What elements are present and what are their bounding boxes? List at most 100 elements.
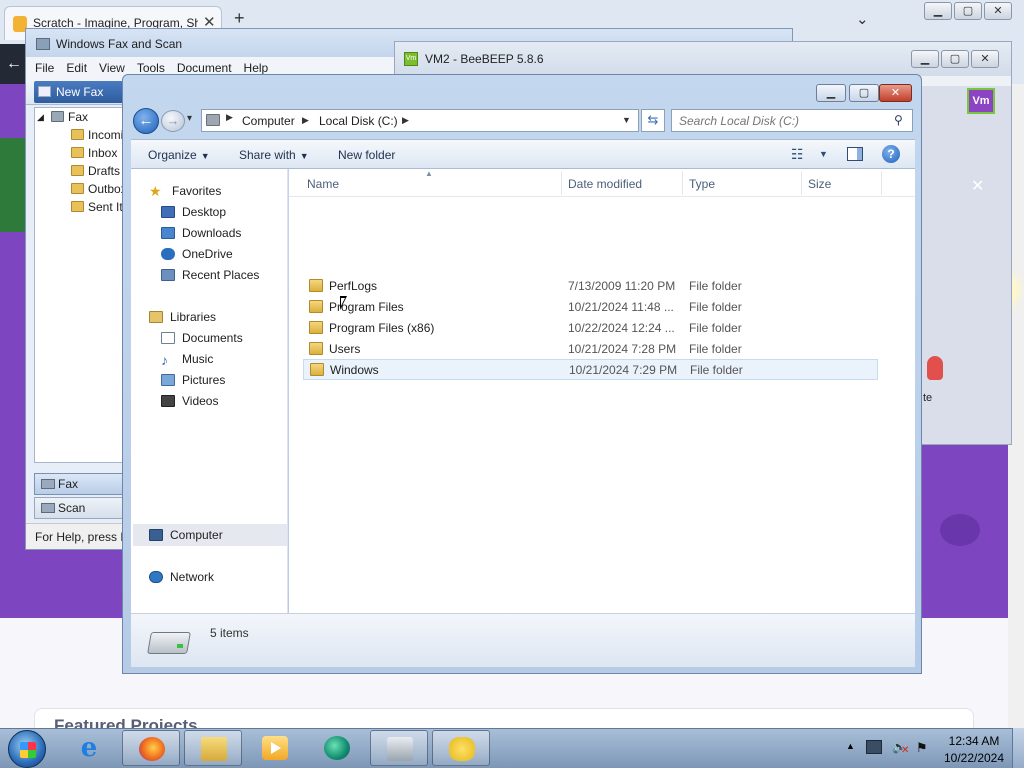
file-row-windows[interactable]: Windows 10/21/2024 7:29 PM File folder: [303, 359, 878, 380]
nav-music[interactable]: ♪ Music: [161, 352, 213, 368]
column-header-date[interactable]: Date modified: [568, 177, 642, 191]
show-desktop-button[interactable]: [1012, 728, 1024, 768]
network-icon: [149, 571, 163, 583]
nav-pictures[interactable]: Pictures: [161, 373, 225, 387]
explorer-maximize-button[interactable]: ▢: [849, 84, 879, 102]
breadcrumb-separator-icon[interactable]: ▶: [402, 115, 409, 126]
file-row-program-files-x86[interactable]: Program Files (x86) 10/22/2024 12:24 ...…: [303, 318, 878, 339]
scan-pane-button[interactable]: Scan: [34, 497, 130, 519]
nav-favorites[interactable]: ★ Favorites: [149, 183, 221, 199]
fax-menu-view[interactable]: View: [99, 57, 125, 79]
item-count: 5 items: [210, 626, 249, 640]
tree-item-outbox[interactable]: Outbox: [71, 182, 127, 196]
file-list-pane: ▲ Name Date modified Type Size PerfLogs …: [289, 169, 915, 613]
column-divider[interactable]: [801, 171, 802, 195]
new-tab-button[interactable]: +: [234, 8, 245, 29]
beebeep-close-button[interactable]: ✕: [971, 50, 999, 68]
browser-maximize-button[interactable]: ▢: [954, 2, 982, 20]
back-button[interactable]: ←: [133, 108, 159, 134]
close-icon[interactable]: ✕: [971, 176, 984, 196]
search-input[interactable]: [672, 110, 882, 131]
breadcrumb-computer[interactable]: Computer: [242, 114, 295, 128]
browser-minimize-button[interactable]: ▁: [924, 2, 952, 20]
file-row-users[interactable]: Users 10/21/2024 7:28 PM File folder: [303, 339, 878, 360]
network-tray-icon[interactable]: [866, 740, 882, 754]
organize-button[interactable]: Organize ▼: [148, 148, 210, 162]
beebeep-titlebar[interactable]: Vm VM2 - BeeBEEP 5.8.6 ▁ ▢ ✕: [395, 42, 1011, 76]
nav-libraries[interactable]: Libraries: [149, 310, 216, 324]
help-icon[interactable]: ?: [882, 145, 900, 163]
action-center-flag-icon[interactable]: ⚑: [916, 740, 928, 756]
explorer-minimize-button[interactable]: ▁: [816, 84, 846, 102]
vm-badge-icon[interactable]: Vm: [967, 88, 995, 114]
microphone-icon[interactable]: [927, 356, 943, 380]
nav-videos[interactable]: Videos: [161, 394, 218, 408]
address-dropdown-icon[interactable]: ▼: [622, 115, 631, 125]
column-header-type[interactable]: Type: [689, 177, 715, 191]
browser-window-controls: ▁ ▢ ✕: [924, 2, 1020, 22]
fax-pane-button[interactable]: Fax: [34, 473, 130, 495]
file-name: Program Files (x86): [329, 321, 435, 335]
taskbar-internet-explorer[interactable]: e: [60, 730, 118, 766]
show-hidden-icons-icon[interactable]: ▲: [846, 741, 855, 751]
clock-time[interactable]: 12:34 AM: [946, 734, 1002, 748]
breadcrumb-separator-icon[interactable]: ▶: [302, 115, 309, 126]
preview-pane-icon[interactable]: [847, 147, 863, 161]
drive-led-icon: [177, 644, 183, 648]
folder-icon: [309, 279, 323, 292]
tree-item-drafts[interactable]: Drafts: [71, 164, 120, 178]
taskbar-beebeep[interactable]: [432, 730, 490, 766]
taskbar-windows-explorer[interactable]: [184, 730, 242, 766]
tree-collapse-icon[interactable]: ◢: [37, 112, 44, 123]
file-row-perflogs[interactable]: PerfLogs 7/13/2009 11:20 PM File folder: [303, 276, 878, 297]
taskbar-vm-app[interactable]: [308, 730, 366, 766]
column-header-name[interactable]: Name: [307, 177, 339, 191]
change-view-icon[interactable]: ☷: [791, 146, 804, 163]
tree-item-inbox[interactable]: Inbox: [71, 146, 117, 160]
search-box[interactable]: ⚲: [671, 109, 913, 132]
nav-desktop[interactable]: Desktop: [161, 205, 226, 219]
recent-pages-chevron-icon[interactable]: ▾: [187, 113, 192, 124]
tab-list-chevron-icon[interactable]: ⌄: [856, 10, 869, 28]
fax-menu-file[interactable]: File: [35, 57, 54, 79]
folder-icon: [71, 147, 84, 158]
browser-back-button[interactable]: ←: [0, 44, 28, 84]
beebeep-minimize-button[interactable]: ▁: [911, 50, 939, 68]
navigation-pane: ★ Favorites Desktop Downloads OneDrive Re…: [131, 169, 288, 613]
view-options-chevron-icon[interactable]: ▼: [819, 149, 828, 159]
hard-drive-icon: [147, 632, 191, 654]
nav-downloads[interactable]: Downloads: [161, 226, 241, 240]
scan-pane-label: Scan: [58, 501, 86, 515]
share-with-button[interactable]: Share with ▼: [239, 148, 309, 162]
new-fax-button[interactable]: New Fax: [34, 81, 126, 103]
nav-onedrive[interactable]: OneDrive: [161, 247, 233, 261]
refresh-button[interactable]: ⇆: [641, 109, 665, 132]
nav-documents[interactable]: Documents: [161, 331, 243, 345]
recent-places-icon: [161, 269, 175, 281]
breadcrumb-local-disk[interactable]: Local Disk (C:): [319, 114, 398, 128]
file-row-program-files[interactable]: Program Files 10/21/2024 11:48 ... File …: [303, 297, 878, 318]
address-bar[interactable]: ▶ Computer ▶ Local Disk (C:) ▶ ▼: [201, 109, 639, 132]
column-divider[interactable]: [881, 171, 882, 195]
beebeep-maximize-button[interactable]: ▢: [941, 50, 969, 68]
new-folder-button[interactable]: New folder: [338, 148, 395, 162]
tree-item-fax[interactable]: Fax: [51, 110, 88, 124]
browser-close-button[interactable]: ✕: [984, 2, 1012, 20]
breadcrumb-separator-icon[interactable]: ▶: [226, 112, 233, 123]
taskbar-fax-scan[interactable]: [370, 730, 428, 766]
explorer-close-button[interactable]: ✕: [879, 84, 912, 102]
search-icon[interactable]: ⚲: [894, 113, 903, 127]
column-divider[interactable]: [682, 171, 683, 195]
start-button[interactable]: [8, 730, 46, 768]
column-divider[interactable]: [561, 171, 562, 195]
column-header-size[interactable]: Size: [808, 177, 831, 191]
taskbar-firefox[interactable]: [122, 730, 180, 766]
nav-recent-places[interactable]: Recent Places: [161, 268, 259, 282]
nav-computer[interactable]: Computer: [149, 528, 223, 542]
forward-button[interactable]: →: [161, 110, 185, 132]
fax-menu-edit[interactable]: Edit: [66, 57, 87, 79]
taskbar-media-player[interactable]: [246, 730, 304, 766]
clock-date[interactable]: 10/22/2024: [942, 751, 1006, 765]
nav-network[interactable]: Network: [149, 570, 214, 584]
tree-item-label: Fax: [68, 110, 89, 124]
